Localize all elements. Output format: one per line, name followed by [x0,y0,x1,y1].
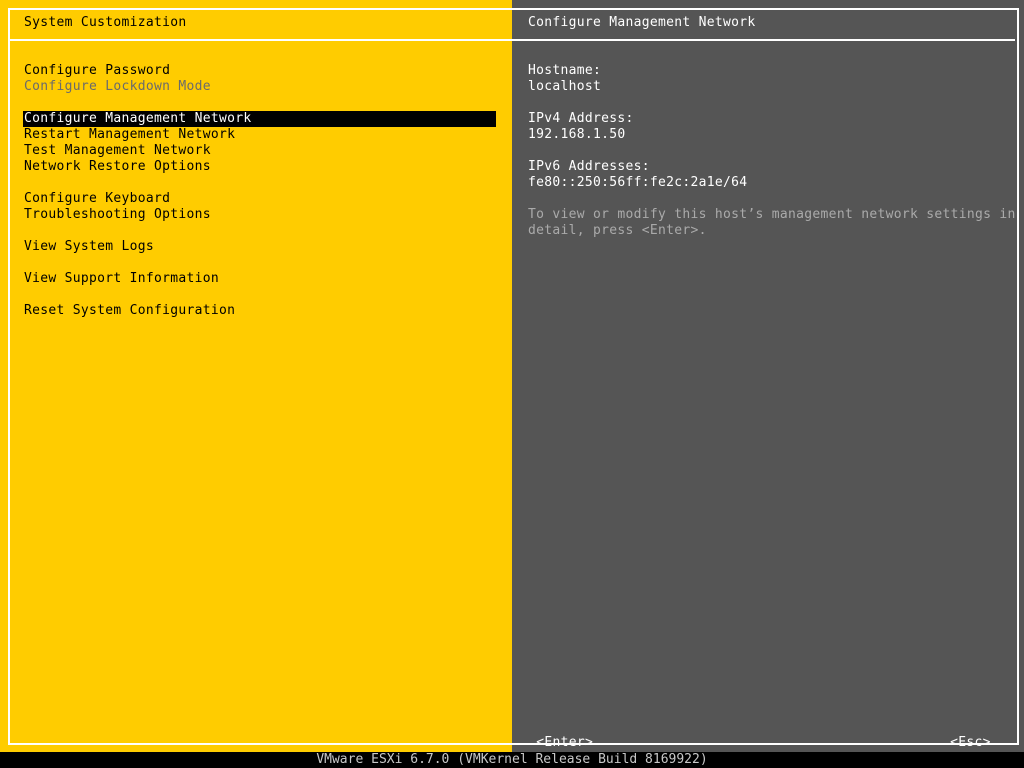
ipv6-label: IPv6 Addresses: [528,159,650,174]
ipv4-value: 192.168.1.50 [528,127,626,142]
menu-item-configure-management-network[interactable]: Configure Management Network [23,111,496,127]
esc-key-label: <Esc> [950,735,991,750]
menu-item-reset-system-configuration[interactable]: Reset System Configuration [23,303,496,319]
menu-item-network-restore-options[interactable]: Network Restore Options [23,159,496,175]
menu-item-configure-password[interactable]: Configure Password [23,63,496,79]
menu-item-view-system-logs[interactable]: View System Logs [23,239,496,255]
frame-right-border [1017,8,1019,745]
ipv4-label: IPv4 Address: [528,111,634,126]
enter-key-label: <Enter> [536,735,594,750]
menu-item-test-management-network[interactable]: Test Management Network [23,143,496,159]
menu-item-configure-lockdown-mode: Configure Lockdown Mode [24,79,211,94]
frame-left-border [8,8,10,745]
right-panel-title: Configure Management Network [528,15,756,30]
left-panel-title: System Customization [24,15,187,30]
menu-item-troubleshooting-options[interactable]: Troubleshooting Options [23,207,496,223]
help-text-line-1: To view or modify this host’s management… [528,207,1016,222]
frame-top-border [8,8,1019,10]
hostname-value: localhost [528,79,602,94]
right-title-separator [512,39,1015,41]
help-text-line-2: detail, press <Enter>. [528,223,707,238]
menu-item-view-support-information[interactable]: View Support Information [23,271,496,287]
ipv6-value: fe80::250:56ff:fe2c:2a1e/64 [528,175,748,190]
left-title-separator [8,39,512,41]
menu-item-restart-management-network[interactable]: Restart Management Network [23,127,496,143]
frame-bottom-border [8,743,1019,745]
version-status-bar: VMware ESXi 6.7.0 (VMKernel Release Buil… [0,752,1024,768]
hostname-label: Hostname: [528,63,602,78]
menu-item-configure-keyboard[interactable]: Configure Keyboard [23,191,496,207]
